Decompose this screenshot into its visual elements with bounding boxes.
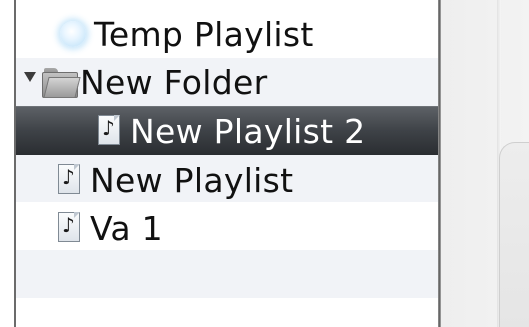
- sidebar-item-new-folder[interactable]: New Folder: [16, 58, 440, 106]
- content-panel: [499, 142, 529, 327]
- sidebar-item-new-playlist[interactable]: ♪ New Playlist: [16, 156, 440, 204]
- disclosure-triangle-icon[interactable]: [24, 72, 36, 82]
- sidebar-item-label: Temp Playlist: [94, 14, 314, 54]
- playlist-icon: ♪: [58, 164, 82, 196]
- playlist-icon: ♪: [58, 212, 82, 244]
- content-pane: [441, 0, 529, 327]
- sidebar-item-va-1[interactable]: ♪ Va 1: [16, 204, 440, 252]
- smart-playlist-icon: [60, 21, 86, 47]
- folder-icon: [42, 68, 81, 98]
- sidebar-item-label: Va 1: [90, 208, 163, 248]
- sidebar-item-label: New Folder: [80, 62, 268, 102]
- sidebar-item-new-playlist-2[interactable]: ♪ New Playlist 2: [16, 106, 440, 155]
- source-list[interactable]: Temp Playlist New Folder ♪ New Playlist …: [16, 0, 440, 327]
- itunes-window: Temp Playlist New Folder ♪ New Playlist …: [0, 0, 529, 327]
- sidebar-item-label: New Playlist: [90, 160, 294, 200]
- sidebar-item-temp-playlist[interactable]: Temp Playlist: [16, 10, 440, 58]
- playlist-icon: ♪: [98, 115, 122, 147]
- sidebar-item-label: New Playlist 2: [130, 111, 366, 151]
